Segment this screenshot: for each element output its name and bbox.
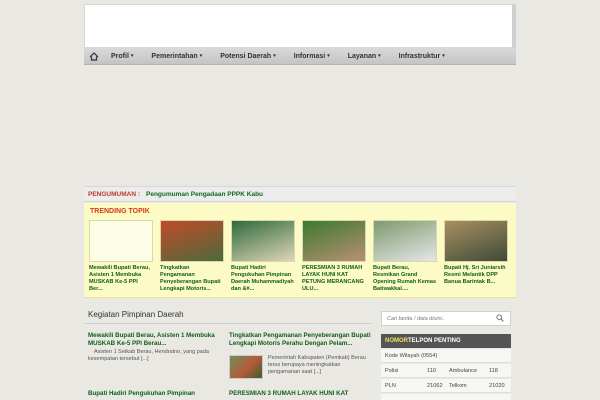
sidebar: NOMOR TELPON PENTING Kode Wilayah (0554)… <box>381 300 514 400</box>
trending-caption[interactable]: Bupati Hadiri Pengukuhan Pimpinan Daerah… <box>231 265 295 293</box>
phone-number: 118 <box>489 367 498 374</box>
trending-thumbnail[interactable] <box>444 220 508 262</box>
nav-item-layanan[interactable]: Layanan ▾ <box>339 48 390 65</box>
chevron-down-icon: ▾ <box>327 53 330 59</box>
phone-title-a: NOMOR <box>385 338 408 344</box>
phone-row: Polisi 110 Ambulance 118 <box>381 364 511 378</box>
phone-name: PLN <box>385 382 396 389</box>
post-title[interactable]: Mewakili Bupati Berau, Asisten 1 Membuka… <box>88 332 224 347</box>
trending-caption[interactable]: Bupati Berau, Resmikan Grand Opening Rum… <box>373 265 437 293</box>
search-box[interactable] <box>381 311 511 326</box>
trending-thumbnail[interactable] <box>302 220 366 262</box>
header-banner <box>84 4 516 48</box>
trending-card[interactable]: Bupati Hj. Sri Juniarsih Resmi Melantik … <box>444 220 508 286</box>
nav-item-informasi[interactable]: Informasi ▾ <box>285 48 339 65</box>
trending-card[interactable]: Bupati Berau, Resmikan Grand Opening Rum… <box>373 220 437 293</box>
nav-label: Potensi Daerah <box>220 52 272 60</box>
chevron-down-icon: ▾ <box>199 53 203 59</box>
phone-name: Polisi <box>385 367 399 374</box>
trending-thumbnail[interactable] <box>89 220 153 262</box>
phone-name: Ambulance <box>449 367 477 374</box>
kode-wilayah: Kode Wilayah (0554) <box>385 352 438 359</box>
nav-label: Layanan <box>347 52 377 60</box>
nav-item-profil[interactable]: Profil ▾ <box>102 48 142 65</box>
nav-label: Informasi <box>293 52 326 60</box>
nav-item-pemerintahan[interactable]: Pemerintahan ▾ <box>142 48 211 65</box>
trending-thumbnail[interactable] <box>373 220 437 262</box>
phone-row <box>381 394 511 400</box>
trending-thumbnail[interactable] <box>160 220 224 262</box>
home-icon[interactable] <box>86 48 102 65</box>
search-icon-svg <box>496 313 504 322</box>
phone-number: 110 <box>427 367 436 374</box>
post-item[interactable]: Tingkatkan Pengamanan Penyeberangan Bupa… <box>229 332 374 347</box>
post-item[interactable]: Bupati Hadiri Pengukuhan Pimpinan <box>88 390 224 398</box>
trending-card[interactable]: Mewakili Bupati Berau, Asisten 1 Membuka… <box>89 220 153 293</box>
home-icon-svg <box>89 51 99 61</box>
post-excerpt: Pemerintah Kabupaten (Pemkab) Berau teru… <box>268 355 366 375</box>
main-navbar: Profil ▾ Pemerintahan ▾ Potensi Daerah ▾ In… <box>84 48 516 65</box>
chevron-down-icon: ▾ <box>130 53 134 59</box>
post-excerpt-wrap: Pemerintah Kabupaten (Pemkab) Berau teru… <box>268 355 372 376</box>
trending-card[interactable]: Tingkatkan Pengamanan Penyeberangan Bupa… <box>160 220 224 293</box>
trending-title: TRENDING TOPIK <box>90 208 150 215</box>
main-content: Kegiatan Pimpinan Daerah Mewakili Bupati… <box>84 300 374 400</box>
trending-caption[interactable]: Mewakili Bupati Berau, Asisten 1 Membuka… <box>89 265 153 293</box>
phone-number: 21062 <box>427 382 443 389</box>
post-item[interactable]: Mewakili Bupati Berau, Asisten 1 Membuka… <box>88 332 224 363</box>
nav-item-potensi-daerah[interactable]: Potensi Daerah ▾ <box>211 48 284 65</box>
search-input[interactable] <box>382 315 492 322</box>
nav-label: Infrastruktur <box>398 52 441 60</box>
post-item[interactable]: PERESMIAN 3 RUMAH LAYAK HUNI KAT <box>229 390 374 398</box>
announcement-label: PENGUMUMAN : <box>88 190 140 198</box>
post-title[interactable]: PERESMIAN 3 RUMAH LAYAK HUNI KAT <box>229 390 374 398</box>
phone-row: PLN 21062 Telkom 21020 <box>381 379 511 393</box>
chevron-down-icon: ▾ <box>378 53 381 59</box>
trending-section: TRENDING TOPIK Mewakili Bupati Berau, As… <box>84 203 516 298</box>
post-title[interactable]: Tingkatkan Pengamanan Penyeberangan Bupa… <box>229 332 374 347</box>
phone-title-b: TELPON PENTING <box>408 338 461 344</box>
announcement-bar: PENGUMUMAN : Pengumuman Pengadaan PPPK K… <box>84 186 516 202</box>
chevron-down-icon: ▾ <box>273 53 276 59</box>
nav-label: Pemerintahan <box>151 52 198 60</box>
phone-name: Telkom <box>449 382 467 389</box>
trending-caption[interactable]: Bupati Hj. Sri Juniarsih Resmi Melantik … <box>444 265 508 286</box>
post-title[interactable]: Bupati Hadiri Pengukuhan Pimpinan <box>88 390 224 398</box>
trending-card[interactable]: Bupati Hadiri Pengukuhan Pimpinan Daerah… <box>231 220 295 293</box>
post-thumbnail[interactable] <box>229 355 263 379</box>
trending-caption[interactable]: Tingkatkan Pengamanan Penyeberangan Bupa… <box>160 265 224 293</box>
chevron-down-icon: ▾ <box>442 53 445 59</box>
phone-number: 21020 <box>489 382 505 389</box>
phone-numbers-header: NOMOR TELPON PENTING <box>381 334 511 348</box>
nav-item-infrastruktur[interactable]: Infrastruktur ▾ <box>390 48 454 65</box>
phone-row-kode: Kode Wilayah (0554) <box>381 349 511 363</box>
announcement-link[interactable]: Pengumuman Pengadaan PPPK Kabu <box>146 191 263 198</box>
trending-card[interactable]: PERESMIAN 3 RUMAH LAYAK HUNI KAT PETUNG … <box>302 220 366 293</box>
post-excerpt: Asisten 1 Setkab Berau, Hendratno, yang … <box>88 349 209 363</box>
trending-thumbnail[interactable] <box>231 220 295 262</box>
search-icon[interactable] <box>496 313 504 324</box>
nav-label: Profil <box>111 52 129 60</box>
trending-caption[interactable]: PERESMIAN 3 RUMAH LAYAK HUNI KAT PETUNG … <box>302 265 366 293</box>
section-title: Kegiatan Pimpinan Daerah <box>88 310 184 319</box>
section-divider <box>84 323 372 324</box>
